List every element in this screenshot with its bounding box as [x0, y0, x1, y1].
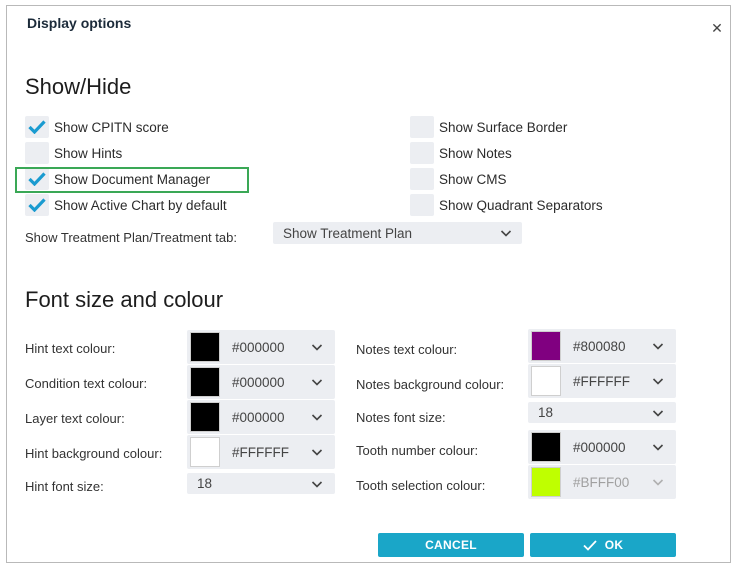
option-show-surface-border[interactable]: Show Surface Border	[410, 116, 567, 138]
colour-swatch	[531, 331, 561, 361]
notes-text-colour-picker[interactable]: #800080	[528, 329, 676, 363]
font-colour-heading: Font size and colour	[25, 287, 224, 312]
font-size-value: 18	[538, 405, 554, 420]
colour-value: #FFFFFF	[232, 444, 289, 460]
option-show-active-chart[interactable]: Show Active Chart by default	[25, 194, 227, 216]
treatment-tab-label: Show Treatment Plan/Treatment tab:	[25, 230, 237, 245]
checkmark-icon	[28, 198, 46, 212]
colour-swatch	[190, 332, 220, 362]
ok-button-label: OK	[604, 538, 624, 552]
close-icon[interactable]: ✕	[710, 21, 724, 35]
notes-background-colour-picker[interactable]: #FFFFFF	[528, 364, 676, 398]
option-label: Show Document Manager	[54, 171, 211, 187]
colour-swatch	[190, 437, 220, 467]
tooth-selection-colour-picker: #BFFF00	[528, 465, 676, 499]
colour-value: #000000	[232, 374, 285, 390]
cancel-button[interactable]: CANCEL	[378, 533, 524, 557]
layer-text-colour-picker[interactable]: #000000	[187, 400, 335, 434]
chevron-down-icon	[311, 449, 323, 456]
option-show-hints[interactable]: Show Hints	[25, 142, 122, 164]
tooth-number-colour-picker[interactable]: #000000	[528, 430, 676, 464]
checkmark-icon	[28, 172, 46, 186]
hint-text-colour-label: Hint text colour:	[25, 341, 116, 356]
checkbox[interactable]	[25, 116, 49, 138]
chevron-down-icon	[652, 444, 664, 451]
colour-swatch	[531, 432, 561, 462]
option-label: Show Active Chart by default	[54, 197, 227, 213]
chevron-down-icon	[311, 414, 323, 421]
show-hide-heading: Show/Hide	[25, 74, 132, 99]
checkbox[interactable]	[410, 142, 434, 164]
notes-background-colour-label: Notes background colour:	[356, 377, 505, 392]
checkmark-icon	[28, 120, 46, 134]
checkbox[interactable]	[410, 194, 434, 216]
colour-value: #000000	[232, 339, 285, 355]
chevron-down-icon	[652, 378, 664, 385]
colour-swatch	[190, 367, 220, 397]
colour-value: #000000	[232, 409, 285, 425]
ok-button[interactable]: OK	[530, 533, 676, 557]
checkbox[interactable]	[410, 168, 434, 190]
treatment-tab-value: Show Treatment Plan	[283, 225, 413, 241]
checkbox[interactable]	[25, 142, 49, 164]
layer-text-colour-label: Layer text colour:	[25, 411, 125, 426]
colour-value: #BFFF00	[573, 474, 630, 490]
hint-font-size-select[interactable]: 18	[187, 473, 335, 494]
option-label: Show Surface Border	[439, 119, 568, 135]
colour-swatch	[190, 402, 220, 432]
checkbox[interactable]	[410, 116, 434, 138]
hint-text-colour-picker[interactable]: #000000	[187, 330, 335, 364]
colour-value: #FFFFFF	[573, 373, 630, 389]
treatment-tab-select[interactable]: Show Treatment Plan	[273, 222, 522, 244]
notes-text-colour-label: Notes text colour:	[356, 342, 458, 357]
tooth-number-colour-label: Tooth number colour:	[356, 443, 479, 458]
tooth-selection-colour-label: Tooth selection colour:	[356, 478, 486, 493]
option-show-notes[interactable]: Show Notes	[410, 142, 512, 164]
option-show-cpitn-score[interactable]: Show CPITN score	[25, 116, 169, 138]
chevron-down-icon	[652, 479, 664, 486]
chevron-down-icon	[311, 481, 323, 488]
condition-text-colour-label: Condition text colour:	[25, 376, 148, 391]
option-show-quadrant-separators[interactable]: Show Quadrant Separators	[410, 194, 603, 216]
option-label: Show CPITN score	[54, 119, 169, 135]
checkbox[interactable]	[25, 168, 49, 190]
colour-swatch	[531, 467, 561, 497]
option-label: Show Hints	[54, 145, 123, 161]
cancel-button-label: CANCEL	[425, 538, 477, 552]
option-show-document-manager[interactable]: Show Document Manager	[25, 168, 210, 190]
colour-value: #000000	[573, 439, 626, 455]
option-label: Show Quadrant Separators	[439, 197, 603, 213]
option-label: Show CMS	[439, 171, 507, 187]
hint-background-colour-label: Hint background colour:	[25, 446, 163, 461]
colour-swatch	[531, 366, 561, 396]
option-label: Show Notes	[439, 145, 512, 161]
check-icon	[583, 539, 597, 551]
dialog-title: Display options	[27, 15, 132, 31]
chevron-down-icon	[311, 379, 323, 386]
chevron-down-icon	[652, 343, 664, 350]
font-size-value: 18	[197, 476, 213, 491]
hint-background-colour-picker[interactable]: #FFFFFF	[187, 435, 335, 469]
chevron-down-icon	[311, 344, 323, 351]
colour-value: #800080	[573, 338, 626, 354]
hint-font-size-label: Hint font size:	[25, 479, 104, 494]
checkbox[interactable]	[25, 194, 49, 216]
notes-font-size-select[interactable]: 18	[528, 402, 676, 423]
notes-font-size-label: Notes font size:	[356, 410, 446, 425]
option-show-cms[interactable]: Show CMS	[410, 168, 507, 190]
condition-text-colour-picker[interactable]: #000000	[187, 365, 335, 399]
chevron-down-icon	[500, 230, 512, 237]
chevron-down-icon	[652, 410, 664, 417]
